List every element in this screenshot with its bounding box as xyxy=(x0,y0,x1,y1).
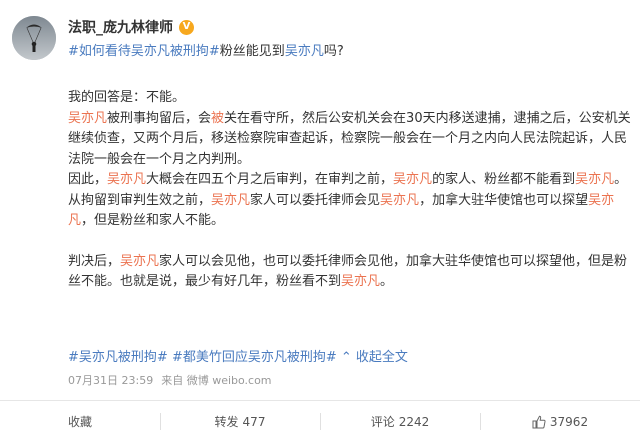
hashtag-link[interactable]: #吴亦凡被刑拘# xyxy=(68,350,168,365)
text: 的家人、粉丝都不能看到 xyxy=(432,172,576,187)
text: ，但是粉丝和家人不能。 xyxy=(81,213,225,228)
paragraph-2: 因此，吴亦凡大概会在四五个月之后审判，在审判之前，吴亦凡的家人、粉丝都不能看到吴… xyxy=(68,170,634,191)
text: ，加拿大驻华使馆也可以探望 xyxy=(419,192,589,208)
thumbs-up-icon xyxy=(532,415,546,428)
avatar[interactable] xyxy=(12,16,56,60)
name-highlight: 吴亦凡 xyxy=(211,192,251,208)
hashtag-link[interactable]: #都美竹回应吴亦凡被刑拘# xyxy=(172,350,337,365)
name-highlight: 吴亦凡 xyxy=(68,110,108,126)
comment-button[interactable]: 评论 2242 xyxy=(320,401,480,442)
word-highlight: 被 xyxy=(211,110,225,126)
collapse-link[interactable]: ⌃ 收起全文 xyxy=(341,350,408,365)
author-name[interactable]: 法职_庞九林律师 xyxy=(68,17,173,37)
name-highlight: 吴亦凡 xyxy=(380,192,420,208)
repost-button[interactable]: 转发 477 xyxy=(160,401,320,442)
post-content: 我的回答是：不能。 吴亦凡被刑事拘留后，会被关在看守所，然后公安机关会在30天内… xyxy=(68,88,634,293)
avatar-image xyxy=(12,16,56,60)
text: 被刑事拘留后，会 xyxy=(107,110,212,126)
name-highlight: 吴亦凡 xyxy=(107,172,147,187)
verified-badge-icon: V xyxy=(179,19,194,35)
paragraph-3: 从拘留到审判生效之前，吴亦凡家人可以委托律师会见吴亦凡，加拿大驻华使馆也可以探望… xyxy=(68,191,634,232)
paragraph-4: 判决后，吴亦凡家人可以会见他，也可以委托律师会见他，加拿大驻华使馆也可以探望他，… xyxy=(68,252,634,293)
post-time[interactable]: 07月31日 23:59 xyxy=(68,374,153,387)
paragraph-1: 吴亦凡被刑事拘留后，会被关在看守所，然后公安机关会在30天内移送逮捕，逮捕之后，… xyxy=(68,109,634,171)
name-highlight: 吴亦凡 xyxy=(575,172,615,187)
like-count: 37962 xyxy=(549,414,589,429)
repost-label: 转发 xyxy=(214,415,239,429)
action-bar: 收藏 转发 477 评论 2242 37962 xyxy=(0,401,640,442)
topic-hashtag-link[interactable]: #如何看待吴亦凡被刑拘# xyxy=(68,44,220,59)
author-line: 法职_庞九林律师 V xyxy=(68,17,194,37)
answer-intro: 我的回答是：不能。 xyxy=(68,90,186,105)
text: 。 xyxy=(380,274,394,289)
topic-line: #如何看待吴亦凡被刑拘#粉丝能见到吴亦凡吗? xyxy=(68,40,344,59)
text: 家人可以委托律师会见 xyxy=(250,192,381,208)
topic-text: 粉丝能见到 xyxy=(219,44,285,59)
post-meta: 07月31日 23:59 来自 微博 weibo.com xyxy=(68,372,272,388)
name-highlight: 吴亦凡 xyxy=(120,253,160,269)
post-source[interactable]: 来自 微博 weibo.com xyxy=(161,374,271,387)
topic-name-link[interactable]: 吴亦凡 xyxy=(285,44,324,59)
collapse-arrow-icon: ⌃ xyxy=(340,350,352,365)
comment-count: 2242 xyxy=(398,414,430,429)
collapse-label: 收起全文 xyxy=(355,350,408,365)
collect-label: 收藏 xyxy=(67,415,92,429)
tags-line: #吴亦凡被刑拘# #都美竹回应吴亦凡被刑拘# ⌃ 收起全文 xyxy=(68,346,408,365)
name-highlight: 吴亦凡 xyxy=(393,172,433,187)
text: 因此， xyxy=(68,172,108,187)
text: 从拘留到审判生效之前， xyxy=(68,192,212,208)
collect-button[interactable]: 收藏 xyxy=(0,401,160,442)
topic-text-end: 吗? xyxy=(323,44,344,59)
comment-label: 评论 xyxy=(370,415,395,429)
like-button[interactable]: 37962 xyxy=(480,401,640,442)
text: 。 xyxy=(614,172,628,187)
text: 判决后， xyxy=(68,253,121,269)
text: 大概会在四五个月之后审判，在审判之前， xyxy=(146,172,394,187)
repost-count: 477 xyxy=(242,414,266,429)
name-highlight: 吴亦凡 xyxy=(341,274,381,289)
